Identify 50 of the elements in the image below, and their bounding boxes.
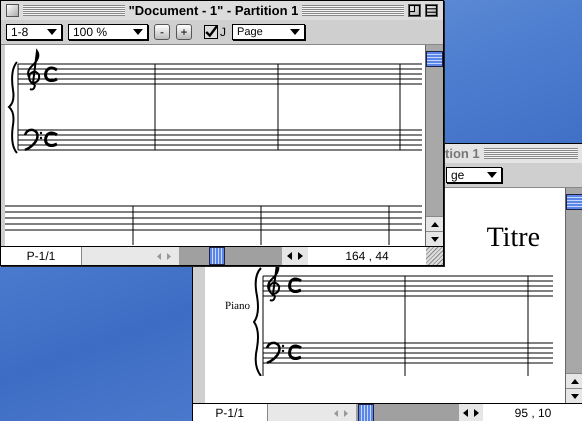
up-arrow-icon xyxy=(570,378,578,384)
checkbox[interactable] xyxy=(204,25,218,39)
score-title: Titre xyxy=(486,222,540,254)
caret-icon xyxy=(133,29,143,35)
window-title: "Document - 1" - Partition 1 xyxy=(128,3,298,18)
bass-clef-icon xyxy=(24,128,42,152)
scroll-down-button[interactable] xyxy=(566,388,582,403)
view-dropdown[interactable]: Page xyxy=(232,24,305,40)
scroll-up-button[interactable] xyxy=(426,216,443,231)
horizontal-scrollbar[interactable] xyxy=(356,404,459,421)
scroll-thumb[interactable] xyxy=(426,51,443,67)
common-time-icon xyxy=(44,132,58,147)
vertical-scrollbar[interactable] xyxy=(425,45,443,246)
common-time-icon xyxy=(288,278,302,293)
scroll-thumb[interactable] xyxy=(358,404,374,421)
vertical-scrollbar[interactable] xyxy=(565,188,582,403)
instrument-name: Piano xyxy=(225,300,252,312)
caret-icon xyxy=(47,29,57,35)
close-button[interactable] xyxy=(6,4,19,17)
up-arrow-icon xyxy=(430,222,438,226)
window-title: tion 1 xyxy=(445,146,480,161)
down-arrow-icon xyxy=(430,236,438,242)
zoom-in-button[interactable]: + xyxy=(176,24,192,40)
cursor-coordinates: 164 , 44 xyxy=(344,249,390,263)
scroll-thumb[interactable] xyxy=(566,194,582,210)
brace-icon xyxy=(8,61,18,154)
common-time-icon xyxy=(44,66,58,82)
resize-grip-icon[interactable] xyxy=(426,247,443,265)
page-indicator: P-1/1 xyxy=(26,249,56,263)
caret-icon xyxy=(290,29,300,35)
collapse-button[interactable] xyxy=(425,4,438,17)
view-dropdown[interactable]: ge xyxy=(446,167,502,183)
down-arrow-icon xyxy=(570,394,578,398)
zoom-dropdown[interactable]: 100 % xyxy=(68,24,148,40)
common-time-icon xyxy=(288,344,302,360)
zoom-button[interactable] xyxy=(408,4,422,17)
scroll-arrows[interactable] xyxy=(459,404,483,421)
caret-icon xyxy=(487,172,497,178)
scroll-arrows[interactable] xyxy=(282,247,308,265)
scroll-thumb[interactable] xyxy=(209,247,225,265)
horizontal-scrollbar[interactable] xyxy=(179,247,282,265)
scroll-up-button[interactable] xyxy=(566,373,582,388)
page-indicator: P-1/1 xyxy=(214,406,246,420)
measure-range-dropdown[interactable]: 1-8 xyxy=(6,24,62,40)
checkbox-label: J xyxy=(220,25,226,39)
zoom-out-button[interactable]: - xyxy=(154,24,170,40)
scroll-down-button[interactable] xyxy=(426,231,443,246)
treble-clef-icon xyxy=(27,50,40,90)
cursor-coordinates: 95 , 10 xyxy=(514,406,552,420)
bass-clef-icon xyxy=(266,342,284,364)
